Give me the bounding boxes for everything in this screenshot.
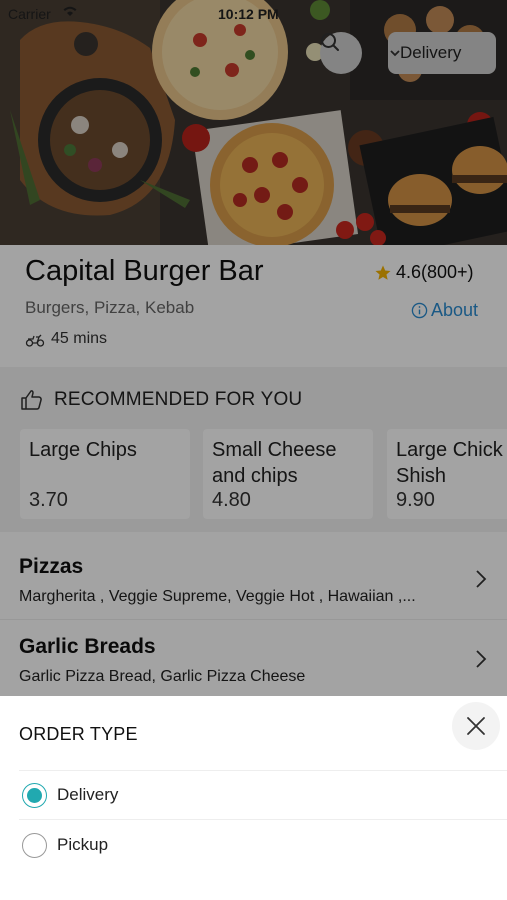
option-label: Delivery [57,785,119,804]
radio-selected-icon[interactable] [22,782,47,808]
close-icon [467,717,485,735]
order-type-option-delivery[interactable]: Delivery [22,782,118,808]
order-type-title: ORDER TYPE [19,724,138,744]
modal-backdrop[interactable] [0,0,507,696]
option-label: Pickup [57,835,109,854]
close-button[interactable] [452,702,500,750]
radio-unselected-icon[interactable] [22,832,47,858]
divider [19,770,507,771]
order-type-option-pickup[interactable]: Pickup [22,832,108,858]
order-type-sheet: ORDER TYPE Delivery Pickup [0,696,507,900]
divider [19,819,507,820]
